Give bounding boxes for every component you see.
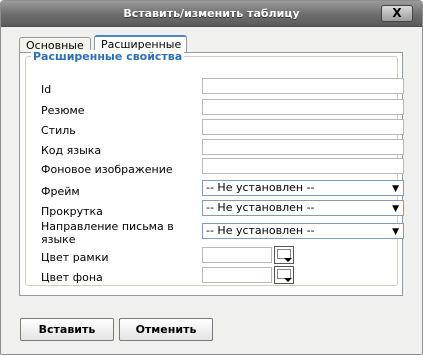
- style-input[interactable]: [202, 119, 404, 135]
- frame-select-value: -- Не установлен --: [206, 181, 315, 194]
- chevron-down-icon: ▼: [392, 204, 399, 214]
- frame-select[interactable]: -- Не установлен -- ▼: [202, 180, 404, 196]
- close-icon: X: [392, 6, 402, 20]
- title-bar[interactable]: Вставить/изменить таблицу X: [1, 1, 422, 27]
- border-color-input[interactable]: [202, 247, 272, 263]
- border-color-picker[interactable]: [274, 246, 294, 264]
- id-label: Id: [41, 83, 52, 96]
- fieldset-legend: Расширенные свойства: [31, 50, 185, 63]
- scroll-select[interactable]: -- Не установлен -- ▼: [202, 200, 404, 216]
- advanced-properties-fieldset: Расширенные свойства Id Резюме Стиль Код…: [25, 50, 404, 286]
- border-color-label: Цвет рамки: [41, 251, 109, 264]
- chevron-down-icon: [284, 258, 292, 262]
- summary-input[interactable]: [202, 99, 404, 115]
- summary-label: Резюме: [41, 104, 85, 117]
- close-button[interactable]: X: [381, 5, 413, 22]
- direction-select[interactable]: -- Не установлен -- ▼: [202, 223, 404, 239]
- lang-code-input[interactable]: [202, 139, 404, 155]
- style-label: Стиль: [41, 124, 76, 137]
- cancel-button[interactable]: Отменить: [119, 318, 213, 341]
- dialog-title: Вставить/изменить таблицу: [123, 7, 300, 20]
- scroll-label: Прокрутка: [41, 205, 103, 218]
- lang-code-label: Код языка: [41, 144, 102, 157]
- direction-select-value: -- Не установлен --: [206, 224, 315, 237]
- insert-button[interactable]: Вставить: [20, 318, 114, 341]
- table-dialog: Вставить/изменить таблицу X Основные Рас…: [0, 0, 423, 355]
- chevron-down-icon: ▼: [392, 227, 399, 237]
- background-image-label: Фоновое изображение: [41, 163, 173, 176]
- bg-color-picker[interactable]: [274, 266, 294, 284]
- id-input[interactable]: [202, 78, 404, 94]
- chevron-down-icon: ▼: [392, 184, 399, 194]
- scroll-select-value: -- Не установлен --: [206, 201, 315, 214]
- chevron-down-icon: [284, 278, 292, 282]
- bg-color-label: Цвет фона: [41, 271, 103, 284]
- advanced-panel: Расширенные свойства Id Резюме Стиль Код…: [19, 50, 404, 296]
- background-image-input[interactable]: [202, 158, 404, 174]
- bg-color-input[interactable]: [202, 267, 272, 283]
- direction-label: Направление письма в языке: [41, 220, 174, 246]
- frame-label: Фрейм: [41, 185, 80, 198]
